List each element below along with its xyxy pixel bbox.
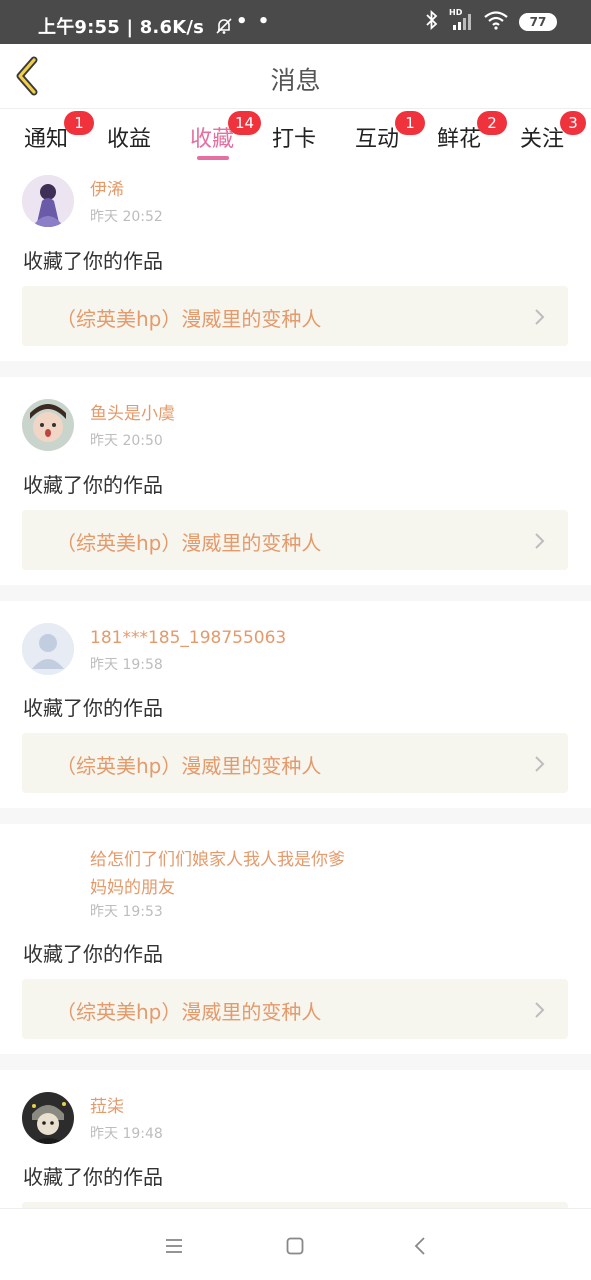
work-link[interactable]: （综英美hp）漫威里的变种人 [22, 286, 568, 346]
action-text: 收藏了你的作品 [23, 942, 163, 966]
bell-muted-icon [215, 17, 233, 40]
battery-indicator: 77 [519, 13, 557, 31]
list-item: 给怎们了们们娘家人我人我是你爹 妈妈的朋友 昨天 19:53 收藏了你的作品 （… [0, 824, 591, 1054]
hd-label: HD [449, 8, 463, 17]
header-bar: 消息 [0, 44, 591, 108]
timestamp: 昨天 20:52 [90, 209, 163, 225]
tab-label: 互动 [355, 127, 400, 152]
unread-badge: 1 [395, 111, 425, 135]
chevron-right-icon [535, 756, 545, 772]
timestamp: 昨天 20:50 [90, 433, 163, 449]
tab-earnings[interactable]: 收益 [107, 121, 151, 153]
home-square-icon [286, 1237, 304, 1255]
menu-icon [166, 1239, 182, 1253]
default-avatar[interactable] [22, 623, 74, 675]
unread-badge: 2 [477, 111, 507, 135]
work-link[interactable]: （综英美hp）漫威里的变种人 [22, 979, 568, 1039]
timestamp: 昨天 19:48 [90, 1126, 163, 1142]
work-link[interactable]: （综英美hp）漫威里的变种人 [22, 510, 568, 570]
status-bar: 上午9:55 | 8.6K/s • • HD 77 [0, 0, 591, 44]
tab-follows[interactable]: 关注 3 [520, 111, 586, 153]
divider [0, 808, 591, 824]
menu-button[interactable] [159, 1231, 189, 1261]
timestamp: 昨天 19:58 [90, 657, 163, 673]
action-text: 收藏了你的作品 [23, 249, 163, 273]
back-arrow-icon [414, 1237, 425, 1255]
tab-label: 通知 [24, 127, 69, 152]
username[interactable]: 鱼头是小虞 [90, 400, 175, 428]
username[interactable]: 菈柒 [90, 1093, 124, 1121]
system-nav-bar [0, 1208, 591, 1280]
bluetooth-icon [425, 9, 439, 34]
username[interactable]: 181***185_198755063 [90, 624, 286, 652]
message-tabs: 通知 1 收益 收藏 14 打卡 互动 1 鲜花 2 关注 3 [0, 108, 591, 164]
list-item: 181***185_198755063 昨天 19:58 收藏了你的作品 （综英… [0, 601, 591, 808]
notification-dots: • • [236, 11, 272, 32]
timestamp: 昨天 19:53 [90, 904, 163, 920]
avatar[interactable] [22, 1092, 74, 1144]
chevron-right-icon [535, 1002, 545, 1018]
chevron-right-icon [535, 309, 545, 325]
unread-badge: 14 [228, 111, 262, 135]
back-nav-button[interactable] [405, 1231, 435, 1261]
tab-interactions[interactable]: 互动 1 [355, 111, 425, 153]
tab-notifications[interactable]: 通知 1 [24, 111, 94, 153]
action-text: 收藏了你的作品 [23, 1165, 163, 1189]
tab-label: 关注 [520, 127, 565, 152]
divider [0, 1054, 591, 1070]
tab-label: 收藏 [190, 127, 235, 152]
work-link[interactable]: （综英美hp）漫威里的变种人 [22, 733, 568, 793]
avatar[interactable] [22, 399, 74, 451]
tab-label: 收益 [107, 127, 152, 152]
list-item: 菈柒 昨天 19:48 收藏了你的作品 [0, 1070, 591, 1230]
chevron-right-icon [535, 533, 545, 549]
username-line-1: 给怎们了们们娘家人我人我是你爹 [90, 850, 345, 870]
action-text: 收藏了你的作品 [23, 696, 163, 720]
status-right: HD 77 [425, 8, 557, 34]
active-tab-indicator [197, 156, 229, 160]
list-item: 伊浠 昨天 20:52 收藏了你的作品 （综英美hp）漫威里的变种人 [0, 164, 591, 361]
status-left: 上午9:55 | 8.6K/s [38, 13, 233, 40]
status-time: 上午9:55 [38, 17, 120, 38]
wifi-icon [483, 10, 509, 34]
message-list: 伊浠 昨天 20:52 收藏了你的作品 （综英美hp）漫威里的变种人 鱼头是小虞… [0, 164, 591, 1230]
username-line-2: 妈妈的朋友 [90, 878, 175, 898]
work-title: （综英美hp）漫威里的变种人 [56, 307, 322, 331]
tab-favorites[interactable]: 收藏 14 [190, 111, 262, 153]
network-speed: 8.6K/s [139, 17, 205, 38]
page-title: 消息 [270, 66, 321, 95]
unread-badge: 3 [560, 111, 586, 135]
divider [0, 361, 591, 377]
unread-badge: 1 [64, 111, 94, 135]
tab-label: 打卡 [272, 127, 317, 152]
username[interactable]: 伊浠 [90, 176, 124, 204]
work-title: （综英美hp）漫威里的变种人 [56, 531, 322, 555]
list-item: 鱼头是小虞 昨天 20:50 收藏了你的作品 （综英美hp）漫威里的变种人 [0, 377, 591, 585]
home-button[interactable] [280, 1231, 310, 1261]
action-text: 收藏了你的作品 [23, 473, 163, 497]
work-title: （综英美hp）漫威里的变种人 [56, 754, 322, 778]
work-title: （综英美hp）漫威里的变种人 [56, 1000, 322, 1024]
tab-flowers[interactable]: 鲜花 2 [437, 111, 507, 153]
tab-checkin[interactable]: 打卡 [272, 121, 316, 153]
divider [0, 585, 591, 601]
avatar[interactable] [22, 175, 74, 227]
username[interactable]: 给怎们了们们娘家人我人我是你爹 妈妈的朋友 [90, 846, 345, 902]
cellular-signal-icon: HD [449, 8, 473, 32]
tab-label: 鲜花 [437, 127, 482, 152]
